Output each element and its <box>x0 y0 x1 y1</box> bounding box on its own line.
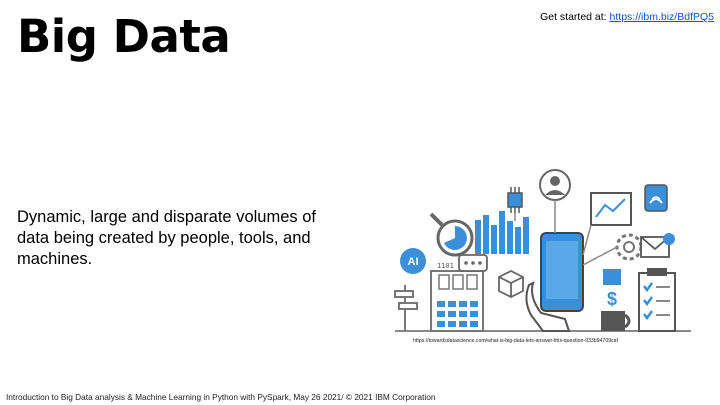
bar-columns-icon <box>475 211 529 254</box>
wifi-badge-icon <box>644 184 668 212</box>
signpost-icon <box>394 285 418 331</box>
ai-badge-icon: AI <box>400 248 426 274</box>
get-started: Get started at: https://ibm.biz/BdfPQ5 <box>540 11 714 23</box>
monitor-chart-icon <box>590 192 632 226</box>
smartphone-icon <box>540 232 584 312</box>
building-icon <box>430 270 484 332</box>
svg-text:$: $ <box>607 289 617 309</box>
magnifier-pie-icon <box>429 212 474 257</box>
slide-footer: Introduction to Big Data analysis & Mach… <box>6 392 436 402</box>
slide-title: Big Data <box>17 10 231 63</box>
gear-icon <box>615 233 643 261</box>
get-started-label: Get started at: <box>540 11 607 23</box>
chat-bubble-icon <box>458 254 488 272</box>
cube-icon <box>498 269 524 299</box>
binary-text: 1101 <box>437 262 454 270</box>
big-data-illustration: AI 1101 $ <box>394 169 691 332</box>
envelope-icon <box>640 233 675 258</box>
dollar-tag-icon: $ <box>603 269 621 309</box>
slide-body-text: Dynamic, large and disparate volumes of … <box>17 208 316 268</box>
svg-text:AI: AI <box>408 256 419 268</box>
image-source-caption: https://towardsdatascience.com/what-is-b… <box>413 338 619 344</box>
mug-icon <box>601 311 631 331</box>
checklist-icon <box>638 268 676 332</box>
get-started-link[interactable]: https://ibm.biz/BdfPQ5 <box>610 11 714 23</box>
person-icon <box>539 169 571 201</box>
chip-icon <box>507 187 523 213</box>
